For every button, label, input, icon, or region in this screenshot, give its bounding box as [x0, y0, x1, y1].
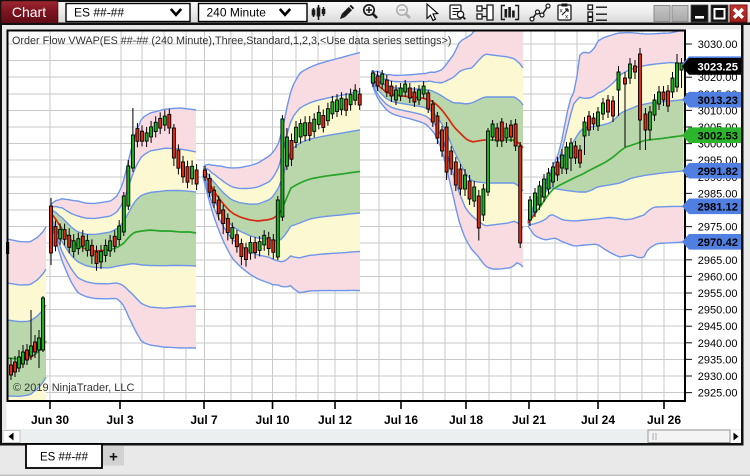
svg-text:2955.00: 2955.00 — [698, 288, 738, 300]
svg-text:240 Minute: 240 Minute — [207, 6, 267, 20]
svg-text:2960.00: 2960.00 — [698, 271, 738, 283]
svg-text:3023.25: 3023.25 — [698, 62, 738, 74]
svg-text:Jul 21: Jul 21 — [512, 413, 546, 427]
svg-text:2981.12: 2981.12 — [698, 201, 738, 213]
svg-text:ES ##-##: ES ##-## — [74, 6, 124, 20]
svg-text:Jul 16: Jul 16 — [384, 413, 418, 427]
svg-text:2965.00: 2965.00 — [698, 255, 738, 267]
svg-text:Jul 3: Jul 3 — [106, 413, 134, 427]
svg-text:+: + — [109, 449, 118, 466]
svg-text:2991.82: 2991.82 — [698, 166, 738, 178]
svg-text:Jul 12: Jul 12 — [318, 413, 352, 427]
svg-text:3030.00: 3030.00 — [698, 39, 738, 51]
svg-text:© 2019 NinjaTrader, LLC: © 2019 NinjaTrader, LLC — [13, 382, 134, 394]
svg-text:2975.00: 2975.00 — [698, 222, 738, 234]
svg-text:Jul 26: Jul 26 — [647, 413, 681, 427]
svg-text:Order Flow VWAP(ES ##-## (240: Order Flow VWAP(ES ##-## (240 Minute),Th… — [12, 35, 451, 47]
svg-text:3002.53: 3002.53 — [698, 130, 738, 142]
svg-text:Jul 24: Jul 24 — [581, 413, 615, 427]
svg-text:2945.00: 2945.00 — [698, 321, 738, 333]
svg-text:Jul 10: Jul 10 — [255, 413, 289, 427]
svg-text:Jun 30: Jun 30 — [31, 413, 69, 427]
svg-text:2925.00: 2925.00 — [698, 388, 738, 400]
svg-text:Jul 18: Jul 18 — [449, 413, 483, 427]
svg-text:2970.42: 2970.42 — [698, 237, 738, 249]
svg-text:2940.00: 2940.00 — [698, 338, 738, 350]
svg-text:3013.23: 3013.23 — [698, 95, 738, 107]
svg-text:ES ##-##: ES ##-## — [40, 452, 89, 464]
svg-text:Jul 7: Jul 7 — [190, 413, 218, 427]
svg-text:Chart: Chart — [12, 4, 46, 20]
svg-text:2935.00: 2935.00 — [698, 354, 738, 366]
svg-text:2930.00: 2930.00 — [698, 371, 738, 383]
svg-text:2950.00: 2950.00 — [698, 305, 738, 317]
